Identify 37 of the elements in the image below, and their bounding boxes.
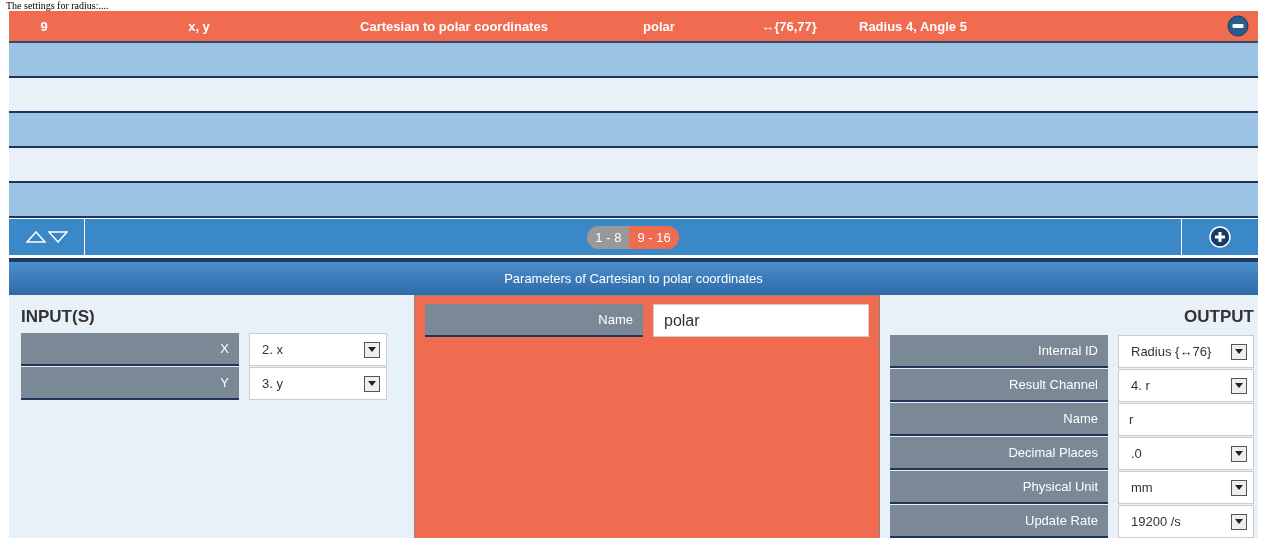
dropdown-field[interactable]: 2. x (249, 333, 387, 366)
field-label: Name (890, 403, 1108, 436)
caption-text: The settings for radius:.... (5, 0, 110, 11)
table-cell: 9 (40, 18, 48, 34)
dropdown-field[interactable]: 4. r (1118, 369, 1254, 402)
field-label: Decimal Places (890, 437, 1108, 470)
field-label: Internal ID (890, 335, 1108, 368)
dropdown-field[interactable]: 19200 /s (1118, 505, 1254, 538)
section-title: INPUT(S) (21, 307, 96, 327)
empty-table-row[interactable] (9, 78, 1258, 113)
table-cell-text: Radius 4, Angle 5 (858, 18, 967, 34)
text-field[interactable]: polar (653, 304, 869, 337)
dropdown-field[interactable]: .0 (1118, 437, 1254, 470)
dropdown-field[interactable]: Radius {↔76} (1118, 335, 1254, 368)
field-label: Y (21, 367, 239, 400)
dropdown-field[interactable]: mm (1118, 471, 1254, 504)
empty-table-row[interactable] (9, 43, 1258, 78)
field-label: Update Rate (890, 505, 1108, 538)
empty-table-row[interactable] (9, 113, 1258, 148)
add-icon[interactable] (1209, 226, 1231, 248)
up-arrow-icon[interactable] (25, 231, 46, 243)
empty-table-row[interactable] (9, 148, 1258, 183)
field-label: Result Channel (890, 369, 1108, 402)
section-title: OUTPUT (1183, 307, 1254, 327)
panel-title: Parameters of Cartesian to polar coordinates (9, 258, 1258, 295)
field-label: Name (425, 304, 643, 337)
table-cell: ↔{76,77} (761, 18, 817, 34)
down-arrow-icon[interactable] (47, 231, 68, 243)
table-cell: Cartesian to polar coordinates (360, 18, 548, 34)
table-cell: polar (643, 18, 675, 34)
remove-icon[interactable] (1227, 15, 1249, 37)
table-cell: x, y (188, 18, 210, 34)
field-label: X (21, 333, 239, 366)
empty-table-row[interactable] (9, 183, 1258, 218)
dropdown-field[interactable]: 3. y (249, 367, 387, 400)
text-field[interactable]: r (1118, 403, 1254, 436)
field-label: Physical Unit (890, 471, 1108, 504)
